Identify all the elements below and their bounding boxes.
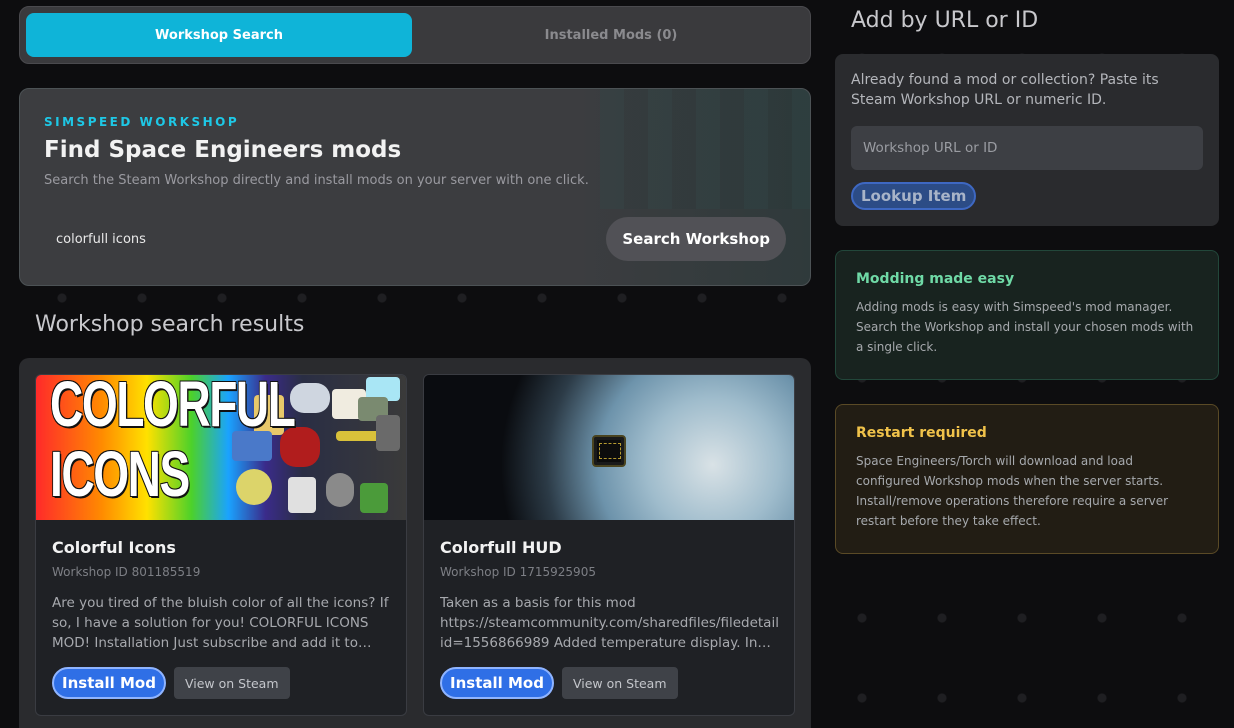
- hero-subtitle: Search the Steam Workshop directly and i…: [44, 173, 589, 188]
- info-title: Modding made easy: [856, 271, 1015, 287]
- add-by-url-heading: Add by URL or ID: [851, 8, 1039, 33]
- tab-bar: Workshop Search Installed Mods (0): [19, 6, 811, 64]
- add-by-url-panel: Already found a mod or collection? Paste…: [835, 54, 1219, 226]
- search-workshop-button[interactable]: Search Workshop: [606, 217, 786, 261]
- mod-card: COLORFUL ICONS Colorful Icons Workshop I…: [35, 374, 407, 716]
- workshop-url-input[interactable]: [851, 126, 1203, 170]
- info-text: Space Engineers/Torch will download and …: [856, 454, 1169, 528]
- install-mod-button[interactable]: Install Mod: [440, 667, 554, 699]
- search-input[interactable]: [44, 219, 564, 259]
- info-title: Restart required: [856, 425, 987, 441]
- lookup-item-button[interactable]: Lookup Item: [851, 182, 977, 210]
- mod-card: Colorfull HUD Workshop ID 1715925905 Tak…: [423, 374, 795, 716]
- tab-workshop-search[interactable]: Workshop Search: [26, 13, 412, 57]
- results-panel: COLORFUL ICONS Colorful Icons Workshop I…: [19, 358, 811, 728]
- workshop-search-panel: SIMSPEED WORKSHOP Find Space Engineers m…: [19, 88, 811, 286]
- view-on-steam-button[interactable]: View on Steam: [561, 667, 678, 699]
- thumbnail-title: COLORFUL ICONS: [50, 375, 295, 510]
- mod-title: Colorfull HUD: [440, 538, 562, 557]
- mod-workshop-id: Workshop ID 801185519: [52, 565, 201, 579]
- search-row: Search Workshop: [44, 217, 786, 261]
- restart-info-card: Restart required Space Engineers/Torch w…: [835, 404, 1219, 554]
- add-description: Already found a mod or collection? Paste…: [851, 72, 1159, 108]
- mod-thumbnail[interactable]: [424, 375, 794, 520]
- tab-installed-mods[interactable]: Installed Mods (0): [418, 13, 804, 57]
- ship-graphic: [592, 435, 626, 467]
- page-title: Find Space Engineers mods: [44, 137, 402, 163]
- info-text: Adding mods is easy with Simspeed's mod …: [856, 300, 1194, 354]
- install-mod-button[interactable]: Install Mod: [52, 667, 166, 699]
- mod-description: Taken as a basis for this mod https://st…: [440, 595, 778, 651]
- mod-title: Colorful Icons: [52, 538, 176, 557]
- view-on-steam-button[interactable]: View on Steam: [173, 667, 290, 699]
- hero-eyebrow: SIMSPEED WORKSHOP: [44, 115, 240, 129]
- results-heading: Workshop search results: [35, 312, 305, 337]
- mod-description: Are you tired of the bluish color of all…: [52, 595, 389, 651]
- modding-info-card: Modding made easy Adding mods is easy wi…: [835, 250, 1219, 380]
- mod-thumbnail[interactable]: COLORFUL ICONS: [36, 375, 406, 520]
- mod-workshop-id: Workshop ID 1715925905: [440, 565, 596, 579]
